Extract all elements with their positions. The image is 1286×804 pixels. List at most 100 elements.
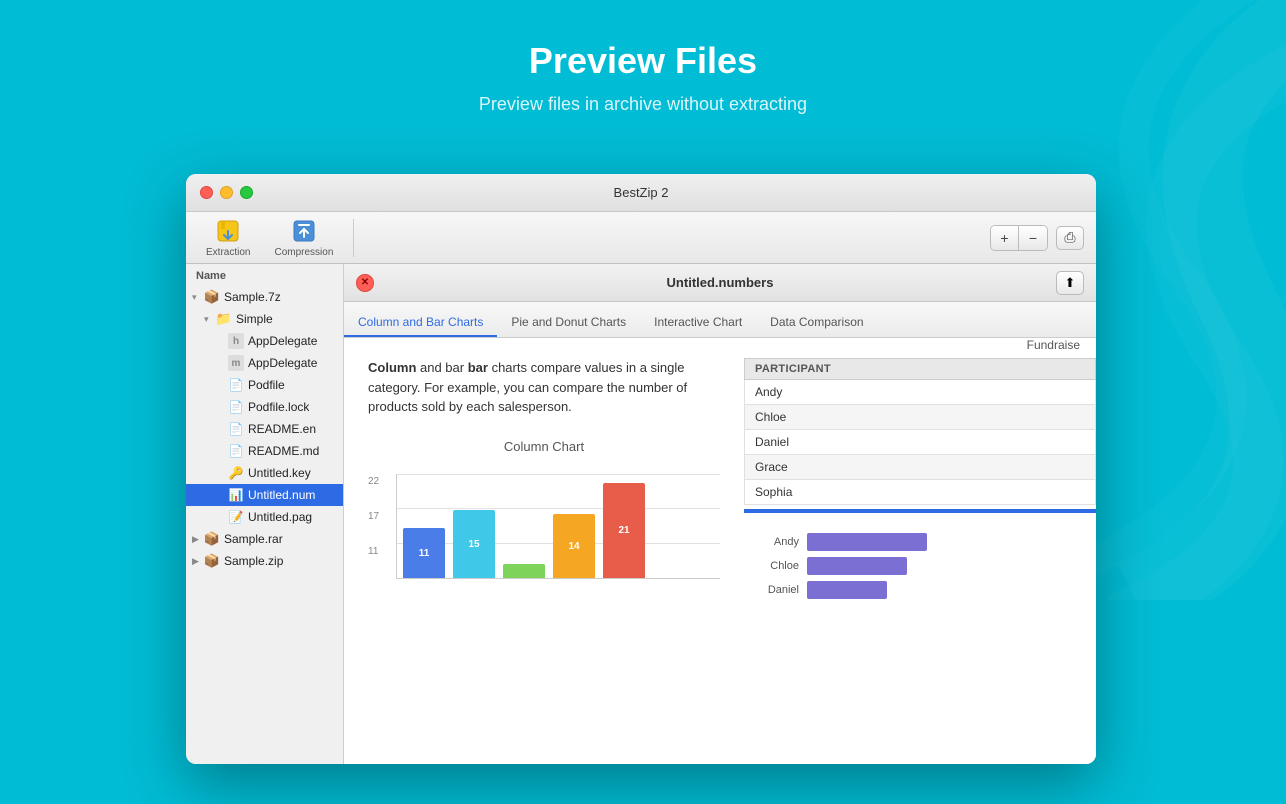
tree-label: Simple (236, 312, 273, 326)
hbar-label-daniel: Daniel (754, 584, 799, 596)
selected-row-indicator (744, 509, 1096, 513)
bar-1: 11 (403, 528, 445, 578)
minimize-button[interactable] (220, 186, 233, 199)
bar-fill-5: 21 (603, 483, 645, 578)
hbar-label-chloe: Chloe (754, 560, 799, 572)
page-title: Preview Files (0, 40, 1286, 82)
bar-4: 14 (553, 514, 595, 578)
tree-item-readme-md[interactable]: 📄 README.md (186, 440, 343, 462)
numbers-close-button[interactable]: ✕ (356, 274, 374, 292)
expand-arrow: ▾ (204, 314, 216, 325)
add-button[interactable]: + (991, 226, 1019, 250)
folder-icon: 📁 (216, 311, 232, 327)
tree-label: AppDelegate (248, 334, 317, 348)
bold-column: Column (368, 360, 416, 375)
tree-item-untitled-pages[interactable]: 📝 Untitled.pag (186, 506, 343, 528)
bar-5: 21 (603, 483, 645, 578)
keynote-icon: 🔑 (228, 465, 244, 481)
hbar-row-andy: Andy (754, 533, 1086, 551)
close-button[interactable] (200, 186, 213, 199)
m-file-icon: m (228, 355, 244, 371)
toolbar-compression[interactable]: Compression (266, 213, 341, 262)
y-label-11: 11 (368, 544, 379, 559)
tree-item-podfile[interactable]: 📄 Podfile (186, 374, 343, 396)
hbar-fill-andy (807, 533, 927, 551)
tree-item-untitled-numbers[interactable]: 📊 Untitled.num (186, 484, 343, 506)
bold-bar: bar (468, 360, 488, 375)
expand-arrow: ▶ (192, 556, 204, 567)
tree-label: Podfile (248, 378, 285, 392)
tree-item-sample-rar[interactable]: ▶ 📦 Sample.rar (186, 528, 343, 550)
minus-button[interactable]: − (1019, 226, 1047, 250)
gridline-top (397, 474, 720, 475)
tree-label: README.en (248, 422, 316, 436)
table-row: Andy (745, 380, 1096, 405)
tree-item-sample7z[interactable]: ▾ 📦 Sample.7z (186, 286, 343, 308)
expand-arrow: ▾ (192, 292, 204, 303)
title-bar: BestZip 2 (186, 174, 1096, 212)
numbers-tabs: Column and Bar Charts Pie and Donut Char… (344, 302, 1096, 338)
print-button[interactable]: ⎙ (1056, 226, 1084, 250)
tab-data-comparison[interactable]: Data Comparison (756, 309, 877, 337)
numbers-content: Column and bar bar charts compare values… (344, 338, 1096, 764)
pages-icon: 📝 (228, 509, 244, 525)
table-row: Sophia (745, 480, 1096, 505)
numbers-text-panel: Column and bar bar charts compare values… (344, 338, 744, 764)
sidebar-column-header: Name (186, 264, 343, 286)
tree-item-appdelegate-h[interactable]: h AppDelegate (186, 330, 343, 352)
bar-value-4: 14 (568, 539, 579, 554)
tree-item-readme-en[interactable]: 📄 README.en (186, 418, 343, 440)
table-cell-daniel: Daniel (745, 430, 1096, 455)
h-file-icon: h (228, 333, 244, 349)
compression-label: Compression (274, 247, 333, 258)
archive-icon: 📦 (204, 289, 220, 305)
readme-file-icon: 📄 (228, 421, 244, 437)
bar-3 (503, 564, 545, 578)
bar-value-2: 15 (468, 537, 479, 552)
y-axis-labels: 22 17 11 (368, 474, 379, 559)
hbar-fill-chloe (807, 557, 907, 575)
table-cell-sophia: Sophia (745, 480, 1096, 505)
table-row: Chloe (745, 405, 1096, 430)
tree-item-podfile-lock[interactable]: 📄 Podfile.lock (186, 396, 343, 418)
tree-item-appdelegate-m[interactable]: m AppDelegate (186, 352, 343, 374)
sidebar: Name ▾ 📦 Sample.7z ▾ 📁 Simple h AppDeleg… (186, 264, 344, 764)
tree-label: AppDelegate (248, 356, 317, 370)
traffic-lights (200, 186, 253, 199)
bar-fill-4: 14 (553, 514, 595, 578)
bar-2: 15 (453, 510, 495, 578)
hbar-chart: Andy Chloe Daniel (744, 533, 1096, 599)
fundraise-label: Fundraise (744, 338, 1096, 352)
app-window: BestZip 2 Extraction Compression (186, 174, 1096, 764)
zoom-controls: + − (990, 225, 1048, 251)
toolbar: Extraction Compression + − ⎙ (186, 212, 1096, 264)
window-title: BestZip 2 (614, 185, 669, 200)
toolbar-extraction[interactable]: Extraction (198, 213, 258, 262)
tab-pie-donut-charts[interactable]: Pie and Donut Charts (497, 309, 640, 337)
tree-label-selected: Untitled.num (248, 488, 315, 502)
tree-label: Untitled.pag (248, 510, 312, 524)
numbers-icon: 📊 (228, 487, 244, 503)
tree-item-untitled-key[interactable]: 🔑 Untitled.key (186, 462, 343, 484)
rar-icon: 📦 (204, 531, 220, 547)
right-content: Fundraise PARTICIPANT Andy (744, 338, 1096, 764)
tree-item-simple[interactable]: ▾ 📁 Simple (186, 308, 343, 330)
header-section: Preview Files Preview files in archive w… (0, 0, 1286, 115)
maximize-button[interactable] (240, 186, 253, 199)
hbar-row-daniel: Daniel (754, 581, 1086, 599)
file-icon: 📄 (228, 377, 244, 393)
zip-icon: 📦 (204, 553, 220, 569)
table-row: Grace (745, 455, 1096, 480)
tab-column-bar-charts[interactable]: Column and Bar Charts (344, 309, 497, 337)
tree-label: README.md (248, 444, 319, 458)
tree-label: Podfile.lock (248, 400, 309, 414)
bar-fill-1: 11 (403, 528, 445, 578)
share-button[interactable]: ⬆ (1056, 271, 1084, 295)
tab-interactive-chart[interactable]: Interactive Chart (640, 309, 756, 337)
tree-label: Sample.rar (224, 532, 283, 546)
hbar-row-chloe: Chloe (754, 557, 1086, 575)
extraction-icon (214, 217, 242, 245)
tree-item-sample-zip[interactable]: ▶ 📦 Sample.zip (186, 550, 343, 572)
bar-value-1: 11 (419, 546, 430, 561)
y-label-22: 22 (368, 474, 379, 489)
